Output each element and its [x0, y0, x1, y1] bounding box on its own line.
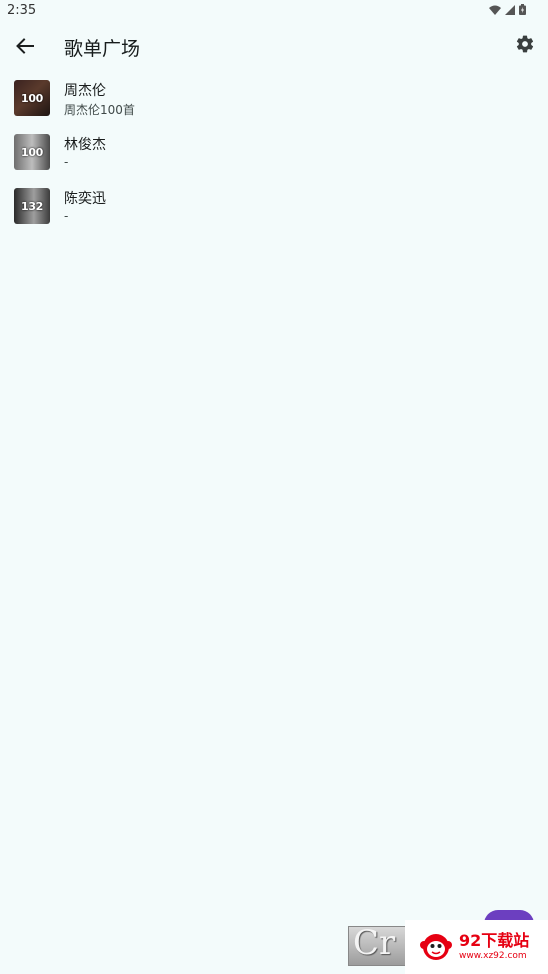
watermark-name: 92下载站 [459, 931, 530, 950]
watermark-left-text: Cr [353, 926, 396, 963]
cover-number: 100 [20, 91, 44, 105]
playlist-subtitle: - [64, 209, 69, 223]
playlist-title: 陈奕迅 [64, 191, 106, 207]
status-time: 2:35 [7, 3, 37, 18]
playlist-cover: 100 [14, 134, 50, 170]
playlist-list: 100 周杰伦 周杰伦100首 100 林俊杰 - 132 陈奕迅 - [0, 72, 548, 234]
list-item[interactable]: 100 周杰伦 周杰伦100首 [0, 72, 548, 126]
watermark-image: Cr [348, 926, 406, 966]
back-button[interactable] [12, 34, 38, 58]
list-item[interactable]: 100 林俊杰 - [0, 126, 548, 180]
list-item[interactable]: 132 陈奕迅 - [0, 180, 548, 234]
wifi-icon [489, 5, 501, 15]
watermark-text: 92下载站 www.xz92.com [459, 932, 529, 962]
settings-button[interactable] [515, 34, 539, 58]
playlist-title: 周杰伦 [64, 83, 106, 99]
battery-icon [519, 4, 526, 15]
cover-number: 100 [20, 145, 44, 159]
playlist-cover: 132 [14, 188, 50, 224]
watermark-url: www.xz92.com [459, 951, 527, 961]
monkey-logo-icon [420, 934, 452, 960]
app-bar: 歌单广场 [0, 22, 548, 70]
arrow-back-icon [16, 38, 34, 54]
playlist-subtitle: 周杰伦100首 [64, 103, 135, 117]
page-title: 歌单广场 [64, 38, 141, 60]
watermark-logo: 92下载站 www.xz92.com [405, 920, 548, 974]
gear-icon [516, 35, 534, 53]
cover-number: 132 [20, 199, 44, 213]
status-bar: 2:35 [0, 0, 548, 22]
playlist-title: 林俊杰 [64, 137, 106, 153]
status-icons [489, 4, 526, 15]
playlist-subtitle: - [64, 155, 69, 169]
playlist-cover: 100 [14, 80, 50, 116]
signal-icon [505, 4, 515, 15]
